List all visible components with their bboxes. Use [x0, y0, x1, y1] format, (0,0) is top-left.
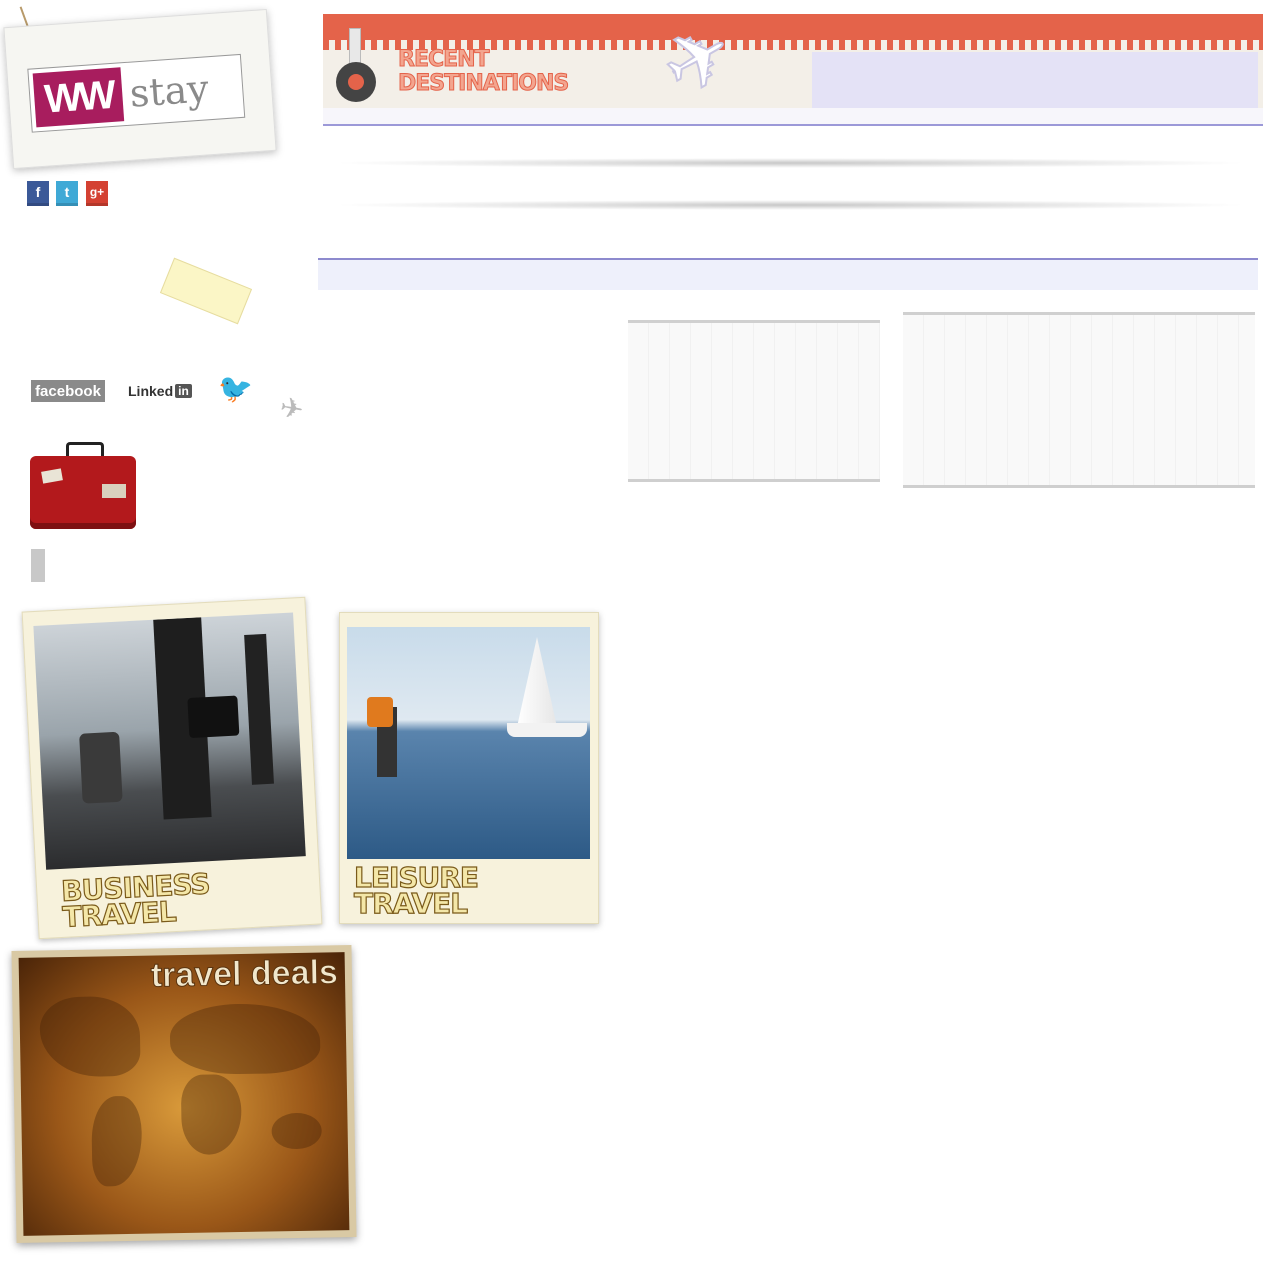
sticky-note — [159, 257, 253, 325]
content-panel-right — [903, 312, 1255, 488]
divider-shadow — [330, 200, 1250, 210]
facebook-icon[interactable]: f — [27, 181, 49, 206]
linkedin-in: in — [175, 384, 192, 398]
business-travel-photo — [33, 612, 306, 870]
travel-deals-card[interactable]: travel deals — [11, 945, 357, 1243]
linkedin-text: Linked — [128, 383, 174, 399]
flower-icon — [336, 62, 376, 102]
logo-sign: WW stay — [3, 8, 277, 170]
content-panel-left — [628, 320, 880, 482]
google-plus-icon[interactable]: g+ — [86, 181, 108, 206]
banner-bottom-edge — [323, 108, 1263, 126]
grey-marker — [31, 549, 45, 582]
leisure-travel-title: LEISURE TRAVEL — [353, 861, 479, 920]
banner-title-line1: RECENT — [398, 47, 491, 72]
divider-shadow — [330, 158, 1250, 168]
twitter-icon[interactable]: t — [56, 181, 78, 206]
twitter-bird-icon[interactable]: 🐦 — [218, 372, 253, 405]
logo-ww: WW — [32, 67, 124, 128]
banner-red-strip — [323, 14, 1263, 40]
linkedin-link[interactable]: Linked in — [128, 381, 192, 401]
banner-title-line2: DESTINATIONS — [398, 71, 570, 96]
business-travel-card[interactable]: BUSINESS TRAVEL — [21, 596, 323, 940]
banner-title: RECENT DESTINATIONS — [398, 47, 658, 96]
leisure-travel-photo — [347, 627, 590, 859]
paper-plane-icon: ✈ — [277, 391, 306, 426]
leisure-travel-card[interactable]: LEISURE TRAVEL — [339, 612, 599, 924]
facebook-link[interactable]: facebook — [31, 380, 105, 402]
travel-deals-title: travel deals — [150, 953, 339, 995]
business-travel-title: BUSINESS TRAVEL — [60, 867, 211, 935]
logo-stay: stay — [128, 66, 211, 116]
suitcase-sticker — [102, 484, 126, 498]
torn-paper-strip — [318, 258, 1258, 290]
logo[interactable]: WW stay — [27, 53, 246, 133]
banner-lavender-area — [812, 52, 1258, 108]
